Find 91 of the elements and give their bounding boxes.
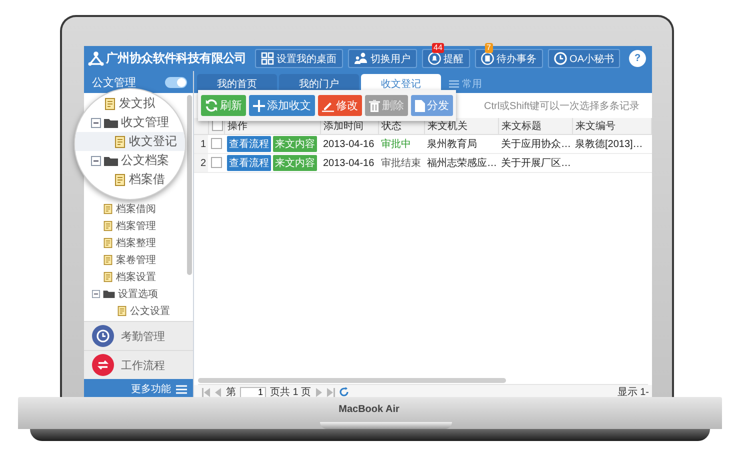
company-name: 广州协众软件科技有限公司 bbox=[106, 50, 246, 67]
add-document-button[interactable]: 添加收文 bbox=[249, 95, 315, 116]
status-cell: 审批结束 bbox=[378, 154, 424, 172]
menu-icon bbox=[449, 80, 459, 88]
checkbox[interactable] bbox=[212, 120, 222, 132]
clock-icon bbox=[554, 52, 567, 65]
tree-item[interactable]: 公文设置 bbox=[84, 302, 193, 319]
grid-icon bbox=[260, 52, 274, 65]
next-page-icon[interactable] bbox=[315, 388, 324, 396]
table-cell: 泉教德[2013]… bbox=[572, 134, 652, 154]
folder-icon bbox=[104, 117, 118, 128]
hint-text: Ctrl或Shift键可以一次选择多条记录 bbox=[484, 100, 640, 112]
tree-item[interactable]: 档案整理 bbox=[84, 234, 193, 251]
toggle-switch[interactable] bbox=[165, 76, 187, 88]
pencil-icon bbox=[322, 100, 334, 112]
document-icon bbox=[415, 100, 425, 112]
module-item[interactable]: 工作流程 bbox=[84, 350, 193, 379]
row-number: 1 bbox=[194, 134, 208, 154]
document-icon bbox=[103, 204, 113, 214]
document-icon bbox=[117, 306, 127, 316]
collapse-icon[interactable] bbox=[91, 118, 101, 128]
checkbox[interactable] bbox=[211, 138, 222, 150]
sidebar-title: 公文管理 bbox=[92, 76, 136, 90]
refresh-icon bbox=[205, 99, 218, 112]
tree-item[interactable]: 公文档案 bbox=[75, 151, 185, 170]
last-page-icon[interactable] bbox=[327, 388, 336, 396]
tree-item[interactable]: 档案借阅 bbox=[84, 200, 193, 217]
checkbox[interactable] bbox=[211, 157, 222, 168]
table-cell: 福州志荣感应… bbox=[424, 154, 498, 172]
collapse-icon[interactable] bbox=[91, 156, 101, 166]
count-badge: 44 bbox=[432, 43, 444, 53]
document-icon bbox=[114, 174, 126, 186]
bell-icon bbox=[428, 52, 441, 65]
column-header[interactable]: 来文机关 bbox=[424, 118, 498, 134]
table-cell: 泉州教育局 bbox=[424, 134, 498, 154]
set-desktop-button[interactable]: 设置我的桌面 bbox=[254, 49, 343, 68]
users-icon bbox=[354, 52, 368, 65]
plus-icon bbox=[253, 100, 265, 112]
refresh-icon[interactable] bbox=[339, 387, 350, 397]
column-header[interactable]: 来文标题 bbox=[498, 118, 572, 134]
tree-item[interactable]: 收文登记 bbox=[75, 132, 185, 151]
count-badge: 7 bbox=[484, 43, 493, 53]
logo-icon bbox=[88, 51, 104, 66]
page-count-label: 页共 1 页 bbox=[270, 386, 312, 399]
status-cell: 审批中 bbox=[378, 134, 424, 154]
distribute-button[interactable]: 分发 bbox=[411, 95, 453, 116]
refresh-button[interactable]: 刷新 bbox=[201, 95, 246, 116]
document-icon bbox=[103, 220, 113, 230]
column-header[interactable]: 来文编号 bbox=[572, 118, 652, 134]
help-button[interactable]: ? bbox=[629, 50, 646, 67]
view-flow-button[interactable]: 查看流程 bbox=[227, 155, 271, 171]
table-cell: 关于开展厂区… bbox=[498, 154, 572, 172]
tree-item[interactable]: 档案设置 bbox=[84, 268, 193, 285]
reminder-button[interactable]: 提醒 bbox=[422, 49, 470, 68]
collapse-icon[interactable] bbox=[92, 290, 100, 298]
folder-icon bbox=[103, 289, 115, 298]
table-cell: 2013-04-16 bbox=[320, 154, 378, 172]
table-cell: 2013-04-16 bbox=[320, 134, 378, 154]
document-icon bbox=[104, 98, 116, 110]
more-functions-button[interactable]: 更多功能 bbox=[84, 379, 193, 399]
document-icon bbox=[114, 136, 126, 148]
module-item[interactable]: 考勤管理 bbox=[84, 321, 193, 350]
todo-button[interactable]: 待办事务 bbox=[474, 49, 543, 68]
row-number: 2 bbox=[194, 154, 208, 172]
folder-icon bbox=[104, 155, 118, 166]
document-icon bbox=[103, 272, 113, 282]
menu-icon bbox=[176, 384, 187, 394]
page-field[interactable]: 1 bbox=[240, 386, 266, 398]
edit-button[interactable]: 修改 bbox=[318, 95, 362, 116]
view-flow-button[interactable]: 查看流程 bbox=[227, 136, 271, 152]
tree-item[interactable]: 收文管理 bbox=[75, 113, 185, 132]
display-range-text: 显示 1- bbox=[617, 386, 649, 399]
tree-item[interactable]: 案卷管理 bbox=[84, 251, 193, 268]
first-page-icon[interactable] bbox=[202, 388, 210, 396]
tree-item[interactable]: 档案管理 bbox=[84, 217, 193, 234]
document-icon bbox=[480, 52, 494, 65]
previous-page-icon[interactable] bbox=[214, 388, 222, 396]
switch-user-button[interactable]: 切换用户 bbox=[348, 49, 417, 68]
assistant-button[interactable]: OA小秘书 bbox=[548, 49, 620, 68]
laptop-model-label: MacBook Air bbox=[338, 404, 400, 415]
document-icon bbox=[103, 238, 113, 248]
horizontal-scrollbar[interactable] bbox=[198, 378, 506, 382]
tree-item[interactable]: 档案借 bbox=[75, 170, 185, 189]
trash-icon bbox=[369, 100, 380, 112]
table-cell: 关于应用协众… bbox=[498, 134, 572, 154]
tree-item[interactable]: 设置选项 bbox=[84, 285, 193, 302]
tree-item[interactable]: 发文拟 bbox=[75, 94, 185, 113]
content-button[interactable]: 来文内容 bbox=[273, 155, 317, 171]
document-icon bbox=[103, 254, 113, 264]
page-label: 第 bbox=[226, 386, 236, 399]
content-button[interactable]: 来文内容 bbox=[273, 136, 317, 152]
